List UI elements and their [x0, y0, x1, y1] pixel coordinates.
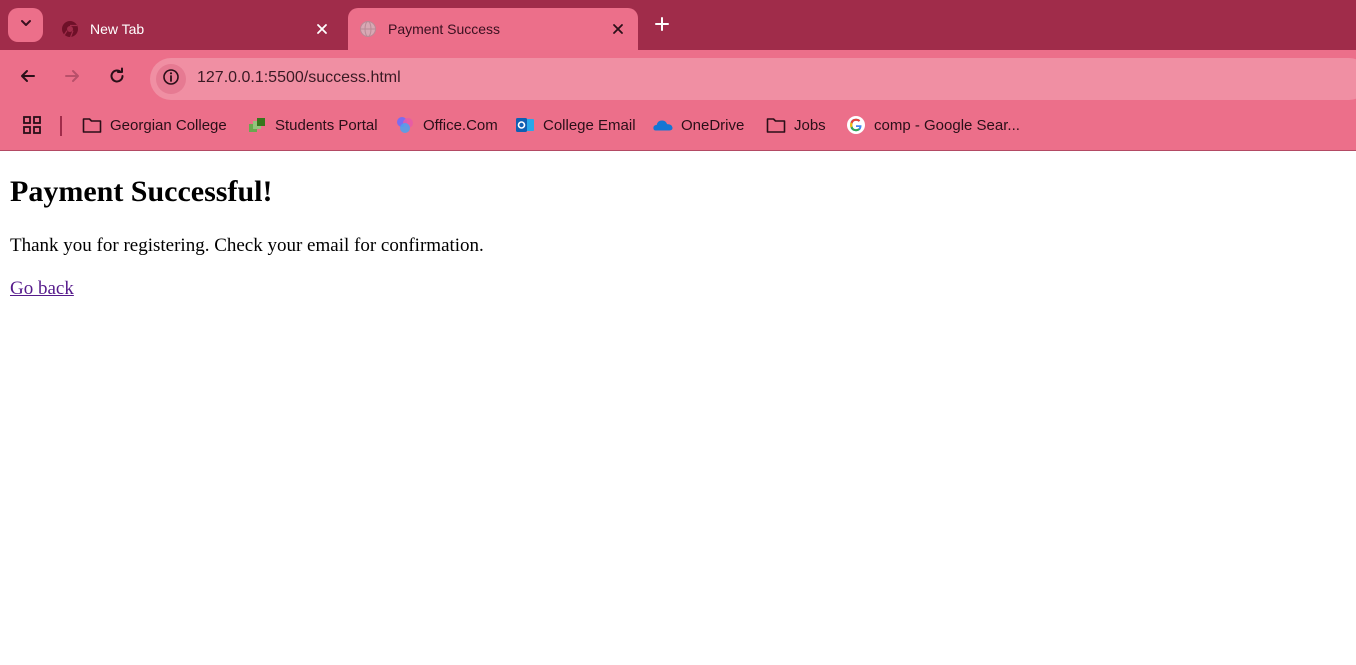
reload-button[interactable]: [102, 63, 132, 93]
bookmark-label: College Email: [543, 116, 636, 134]
tab-title: New Tab: [90, 21, 145, 37]
tab-strip: New Tab Payment Success: [0, 0, 1356, 50]
tab-search-button[interactable]: [8, 8, 43, 42]
close-icon[interactable]: [310, 17, 334, 41]
bookmark-label: comp - Google Sear...: [874, 116, 1020, 134]
bookmark-georgian-college[interactable]: Georgian College: [82, 114, 227, 136]
forward-button[interactable]: [57, 63, 87, 93]
close-icon[interactable]: [606, 17, 630, 41]
reload-icon: [108, 67, 126, 90]
globe-icon: [358, 19, 378, 39]
address-bar[interactable]: 127.0.0.1:5500/success.html: [150, 58, 1356, 100]
office-icon: [395, 115, 415, 135]
students-portal-icon: [247, 115, 267, 135]
url-text[interactable]: 127.0.0.1:5500/success.html: [197, 69, 401, 87]
go-back-link[interactable]: Go back: [10, 278, 74, 300]
page-content: Payment Successful! Thank you for regist…: [0, 151, 1356, 665]
bookmark-office[interactable]: Office.Com: [395, 114, 498, 136]
bookmark-students-portal[interactable]: Students Portal: [247, 114, 378, 136]
arrow-left-icon: [19, 67, 37, 90]
browser-chrome: New Tab Payment Success 127.0.0.1:5500/s…: [0, 0, 1356, 151]
google-icon: [846, 115, 866, 135]
bookmark-label: Jobs: [794, 116, 826, 134]
tab-new-tab[interactable]: New Tab: [50, 8, 342, 50]
folder-icon: [766, 115, 786, 135]
bookmark-label: Students Portal: [275, 116, 378, 134]
tab-payment-success[interactable]: Payment Success: [348, 8, 638, 50]
bookmarks-bar: Georgian College Students Portal Office.…: [0, 105, 1356, 151]
onedrive-icon: [653, 115, 673, 135]
bookmark-onedrive[interactable]: OneDrive: [653, 114, 744, 136]
apps-button[interactable]: [22, 114, 50, 136]
new-tab-button[interactable]: [648, 12, 676, 40]
back-button[interactable]: [13, 63, 43, 93]
folder-icon: [82, 115, 102, 135]
chevron-down-icon: [19, 16, 33, 35]
apps-grid-icon: [22, 115, 42, 135]
bookmark-separator: [60, 116, 62, 136]
plus-icon: [654, 16, 670, 37]
arrow-right-icon: [63, 67, 81, 90]
bookmark-label: Georgian College: [110, 116, 227, 134]
page-title: Payment Successful!: [10, 175, 273, 208]
confirmation-message: Thank you for registering. Check your em…: [10, 235, 484, 256]
outlook-icon: [515, 115, 535, 135]
toolbar: 127.0.0.1:5500/success.html: [0, 50, 1356, 105]
bookmark-college-email[interactable]: College Email: [515, 114, 636, 136]
bookmark-label: OneDrive: [681, 116, 745, 134]
site-info-button[interactable]: [156, 64, 186, 94]
bookmark-google-search[interactable]: comp - Google Sear...: [846, 114, 1020, 136]
tab-title: Payment Success: [388, 21, 501, 37]
chrome-icon: [60, 19, 80, 39]
bookmark-label: Office.Com: [423, 116, 498, 134]
bookmark-jobs[interactable]: Jobs: [766, 114, 826, 136]
info-icon: [162, 68, 180, 91]
